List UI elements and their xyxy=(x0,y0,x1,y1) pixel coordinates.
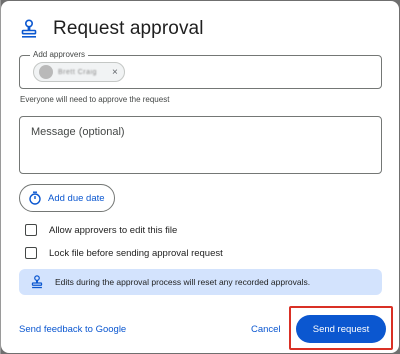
send-feedback-link[interactable]: Send feedback to Google xyxy=(19,324,126,335)
message-placeholder: Message (optional) xyxy=(31,126,125,138)
dialog-header: Request approval xyxy=(19,18,204,40)
add-due-date-label: Add due date xyxy=(48,192,105,204)
approver-chip[interactable]: Brett Craig × xyxy=(33,62,125,82)
approver-name: Brett Craig xyxy=(58,68,97,76)
add-approvers-field[interactable]: Add approvers Brett Craig × xyxy=(19,49,382,89)
cancel-button[interactable]: Cancel xyxy=(251,324,281,335)
request-approval-dialog: Request approval Add approvers Brett Cra… xyxy=(1,1,399,353)
allow-edit-option[interactable]: Allow approvers to edit this file xyxy=(25,224,177,236)
allow-edit-checkbox[interactable] xyxy=(25,224,37,236)
send-request-button[interactable]: Send request xyxy=(296,315,386,343)
add-due-date-button[interactable]: Add due date xyxy=(19,184,115,212)
lock-file-label: Lock file before sending approval reques… xyxy=(49,247,223,259)
add-approvers-label: Add approvers xyxy=(30,49,89,61)
avatar xyxy=(39,65,53,79)
lock-file-checkbox[interactable] xyxy=(25,247,37,259)
info-banner-text: Edits during the approval process will r… xyxy=(55,277,311,287)
info-banner: Edits during the approval process will r… xyxy=(19,269,382,295)
approval-stamp-icon xyxy=(31,275,43,289)
dialog-title: Request approval xyxy=(53,18,204,39)
allow-edit-label: Allow approvers to edit this file xyxy=(49,224,178,236)
remove-approver-icon[interactable]: × xyxy=(112,67,118,78)
lock-file-option[interactable]: Lock file before sending approval reques… xyxy=(25,247,223,259)
timer-icon xyxy=(28,191,42,205)
approvers-helper-text: Everyone will need to approve the reques… xyxy=(20,95,170,104)
approval-stamp-icon xyxy=(19,18,39,40)
message-input[interactable]: Message (optional) xyxy=(19,116,382,174)
